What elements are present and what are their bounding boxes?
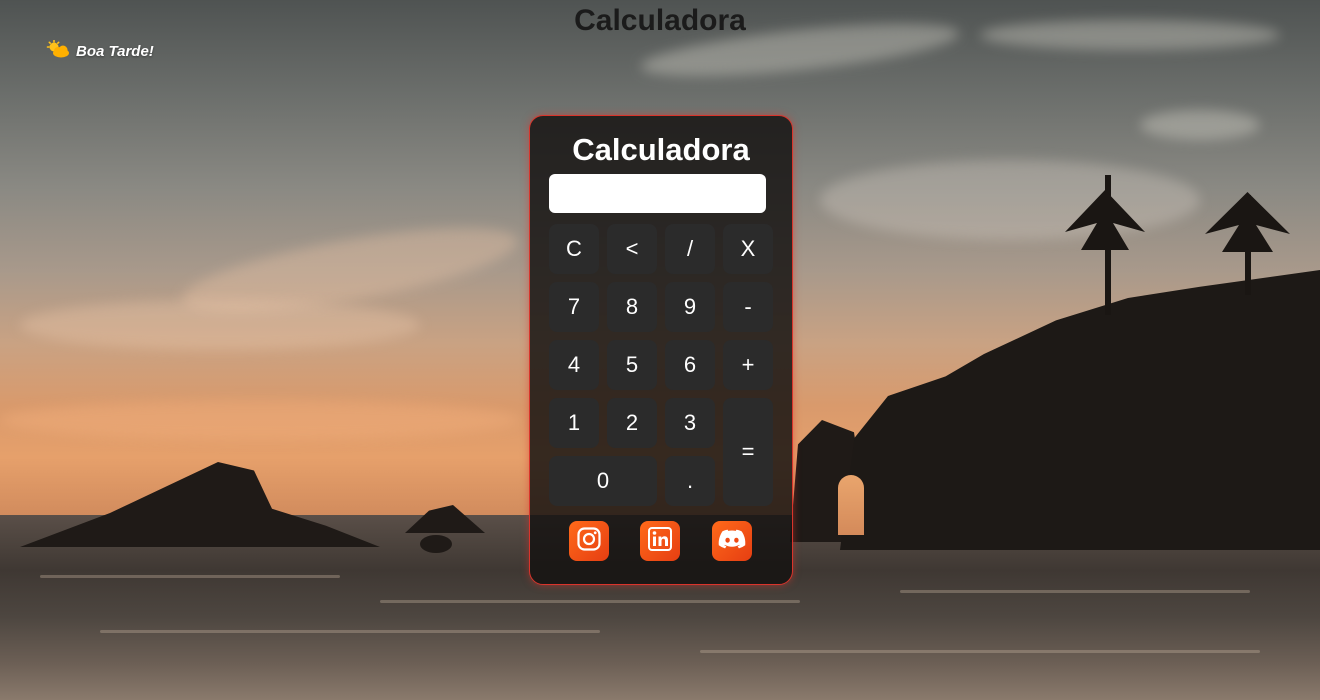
clear-button[interactable]: C	[549, 224, 599, 274]
sun-cloud-icon	[46, 39, 70, 62]
cloud	[20, 300, 420, 350]
digit-1-button[interactable]: 1	[549, 398, 599, 448]
digit-4-button[interactable]: 4	[549, 340, 599, 390]
digit-9-button[interactable]: 9	[665, 282, 715, 332]
divide-button[interactable]: /	[665, 224, 715, 274]
cloud	[1140, 110, 1260, 140]
wave	[900, 590, 1250, 593]
calculator-display[interactable]	[549, 174, 766, 213]
page-title: Calculadora	[574, 4, 746, 37]
wave	[40, 575, 340, 578]
equals-button[interactable]: =	[723, 398, 773, 506]
greeting-text: Boa Tarde!	[76, 42, 154, 60]
digit-6-button[interactable]: 6	[665, 340, 715, 390]
instagram-link[interactable]	[569, 521, 609, 561]
wave	[700, 650, 1260, 653]
digit-2-button[interactable]: 2	[607, 398, 657, 448]
decimal-button[interactable]: .	[665, 456, 715, 506]
arch-opening	[838, 475, 864, 535]
multiply-button[interactable]: X	[723, 224, 773, 274]
wave	[100, 630, 600, 633]
calculator-card: Calculadora C < / X 7 8 9 - 4 5 6 + 1 2 …	[529, 115, 793, 585]
minus-button[interactable]: -	[723, 282, 773, 332]
digit-5-button[interactable]: 5	[607, 340, 657, 390]
linkedin-icon	[647, 526, 673, 557]
linkedin-link[interactable]	[640, 521, 680, 561]
digit-0-button[interactable]: 0	[549, 456, 657, 506]
discord-link[interactable]	[712, 521, 752, 561]
calculator-title: Calculadora	[572, 132, 750, 167]
digit-7-button[interactable]: 7	[549, 282, 599, 332]
digit-8-button[interactable]: 8	[607, 282, 657, 332]
plus-button[interactable]: +	[723, 340, 773, 390]
cloud	[0, 400, 520, 440]
digit-3-button[interactable]: 3	[665, 398, 715, 448]
greeting: Boa Tarde!	[46, 39, 154, 62]
instagram-icon	[576, 526, 602, 557]
wave	[380, 600, 800, 603]
backspace-button[interactable]: <	[607, 224, 657, 274]
cloud	[820, 160, 1200, 240]
rock-small	[420, 535, 452, 553]
discord-icon	[718, 528, 746, 555]
